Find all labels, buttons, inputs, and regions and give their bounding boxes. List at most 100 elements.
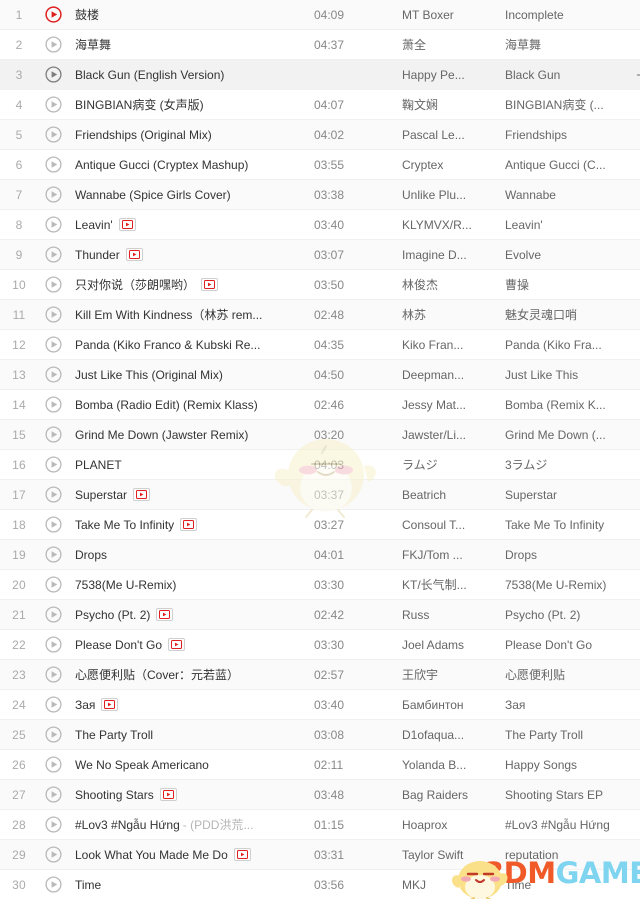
play-button[interactable] xyxy=(38,336,68,353)
play-button[interactable] xyxy=(38,846,68,863)
table-row[interactable]: 24 Зая 03:40 Бамбинтон Зая xyxy=(0,690,640,720)
play-button[interactable] xyxy=(38,726,68,743)
track-title-cell[interactable]: Take Me To Infinity xyxy=(68,518,310,532)
track-artist[interactable]: Unlike Plu... xyxy=(402,188,505,202)
track-artist[interactable]: 林俊杰 xyxy=(402,276,505,293)
add-icon[interactable] xyxy=(636,68,640,82)
play-button[interactable] xyxy=(38,246,68,263)
track-album[interactable]: Happy Songs xyxy=(505,758,640,772)
track-artist[interactable]: Taylor Swift xyxy=(402,848,505,862)
table-row[interactable]: 29 Look What You Made Me Do 03:31 Taylor Sw… xyxy=(0,840,640,870)
track-artist[interactable]: 林苏 xyxy=(402,306,505,323)
table-row[interactable]: 16 PLANET 04:03 ラムジ 3ラムジ xyxy=(0,450,640,480)
track-title-cell[interactable]: Just Like This (Original Mix) xyxy=(68,368,310,382)
track-artist[interactable]: KT/长气制... xyxy=(402,576,505,593)
track-album[interactable]: The Party Troll xyxy=(505,728,640,742)
play-button[interactable] xyxy=(38,756,68,773)
table-row[interactable]: 11 Kill Em With Kindness（林苏 rem... 02:48 林苏… xyxy=(0,300,640,330)
track-title-cell[interactable]: Kill Em With Kindness（林苏 rem... xyxy=(68,306,310,323)
track-album[interactable]: Friendships xyxy=(505,128,640,142)
track-title-cell[interactable]: Grind Me Down (Jawster Remix) xyxy=(68,428,310,442)
play-button[interactable] xyxy=(38,216,68,233)
track-title-cell[interactable]: 7538(Me U-Remix) xyxy=(68,578,310,592)
track-title-cell[interactable]: The Party Troll xyxy=(68,728,310,742)
track-title-cell[interactable]: Black Gun (English Version) xyxy=(68,68,310,82)
play-button[interactable] xyxy=(38,816,68,833)
track-artist[interactable]: MT Boxer xyxy=(402,8,505,22)
table-row[interactable]: 20 7538(Me U-Remix) 03:30 KT/长气制... 7538(Me … xyxy=(0,570,640,600)
track-artist[interactable]: Cryptex xyxy=(402,158,505,172)
play-button[interactable] xyxy=(38,696,68,713)
table-row[interactable]: 19 Drops 04:01 FKJ/Tom ... Drops xyxy=(0,540,640,570)
track-album[interactable]: Leavin' xyxy=(505,218,640,232)
track-album[interactable]: Grind Me Down (... xyxy=(505,428,640,442)
track-album[interactable]: Time xyxy=(505,878,640,892)
track-album[interactable]: Black Gun xyxy=(505,68,640,82)
track-artist[interactable]: Beatrich xyxy=(402,488,505,502)
track-title-cell[interactable]: Time xyxy=(68,878,310,892)
track-title-cell[interactable]: Please Don't Go xyxy=(68,638,310,652)
track-title-cell[interactable]: 海草舞 xyxy=(68,36,310,53)
track-album[interactable]: Panda (Kiko Fra... xyxy=(505,338,640,352)
track-album[interactable]: Incomplete xyxy=(505,8,640,22)
table-row[interactable]: 18 Take Me To Infinity 03:27 Consoul T... Ta… xyxy=(0,510,640,540)
table-row[interactable]: 27 Shooting Stars 03:48 Bag Raiders Shooting… xyxy=(0,780,640,810)
table-row[interactable]: 6 Antique Gucci (Cryptex Mashup) 03:55 Cryp… xyxy=(0,150,640,180)
play-button[interactable] xyxy=(38,666,68,683)
track-artist[interactable]: Hoaprox xyxy=(402,818,505,832)
track-artist[interactable]: Joel Adams xyxy=(402,638,505,652)
play-button[interactable] xyxy=(38,6,68,23)
track-title-cell[interactable]: Superstar xyxy=(68,488,310,502)
track-title-cell[interactable]: We No Speak Americano xyxy=(68,758,310,772)
track-title-cell[interactable]: 只对你说（莎朗嘿哟） xyxy=(68,276,310,293)
play-button[interactable] xyxy=(38,456,68,473)
table-row[interactable]: 1 鼓楼 04:09 MT Boxer Incomplete xyxy=(0,0,640,30)
table-row[interactable]: 14 Bomba (Radio Edit) (Remix Klass) 02:46 J… xyxy=(0,390,640,420)
table-row[interactable]: 30 Time 03:56 MKJ Time xyxy=(0,870,640,899)
table-row[interactable]: 15 Grind Me Down (Jawster Remix) 03:20 Jaws… xyxy=(0,420,640,450)
play-button[interactable] xyxy=(38,96,68,113)
track-artist[interactable]: Kiko Fran... xyxy=(402,338,505,352)
table-row[interactable]: 28 #Lov3 #Ngẫu Hứng - (PDD洪荒... 01:15 Hoapro… xyxy=(0,810,640,840)
track-artist[interactable]: Deepman... xyxy=(402,368,505,382)
mv-badge-icon[interactable] xyxy=(125,248,143,261)
track-album[interactable]: Just Like This xyxy=(505,368,640,382)
track-artist[interactable]: D1ofaqua... xyxy=(402,728,505,742)
track-album[interactable]: Bomba (Remix K... xyxy=(505,398,640,412)
track-album[interactable]: reputation xyxy=(505,848,640,862)
track-album[interactable]: Shooting Stars EP xyxy=(505,788,640,802)
table-row[interactable]: 22 Please Don't Go 03:30 Joel Adams Please D… xyxy=(0,630,640,660)
table-row[interactable]: 2 海草舞 04:37 萧全 海草舞 xyxy=(0,30,640,60)
track-artist[interactable]: MKJ xyxy=(402,878,505,892)
track-artist[interactable]: 鞠文娴 xyxy=(402,96,505,113)
play-button[interactable] xyxy=(38,66,68,83)
track-artist[interactable]: FKJ/Tom ... xyxy=(402,548,505,562)
table-row[interactable]: 13 Just Like This (Original Mix) 04:50 Deep… xyxy=(0,360,640,390)
track-album[interactable]: Drops xyxy=(505,548,640,562)
track-title-cell[interactable]: Leavin' xyxy=(68,218,310,232)
play-button[interactable] xyxy=(38,516,68,533)
play-button[interactable] xyxy=(38,36,68,53)
track-title-cell[interactable]: 鼓楼 xyxy=(68,6,310,23)
mv-badge-icon[interactable] xyxy=(101,698,119,711)
track-album[interactable]: Superstar xyxy=(505,488,640,502)
table-row[interactable]: 7 Wannabe (Spice Girls Cover) 03:38 Unlike … xyxy=(0,180,640,210)
track-artist[interactable]: KLYMVX/R... xyxy=(402,218,505,232)
track-album[interactable]: 7538(Me U-Remix) xyxy=(505,578,640,592)
track-artist[interactable]: Happy Pe... xyxy=(402,68,505,82)
track-title-cell[interactable]: Drops xyxy=(68,548,310,562)
play-button[interactable] xyxy=(38,546,68,563)
track-title-cell[interactable]: Friendships (Original Mix) xyxy=(68,128,310,142)
play-button[interactable] xyxy=(38,786,68,803)
track-artist[interactable]: Russ xyxy=(402,608,505,622)
track-album[interactable]: Psycho (Pt. 2) xyxy=(505,608,640,622)
mv-badge-icon[interactable] xyxy=(133,488,151,501)
play-button[interactable] xyxy=(38,636,68,653)
track-title-cell[interactable]: BINGBIAN病变 (女声版) xyxy=(68,96,310,113)
table-row[interactable]: 9 Thunder 03:07 Imagine D... Evolve xyxy=(0,240,640,270)
track-title-cell[interactable]: 心愿便利贴（Cover：元若蓝） xyxy=(68,666,310,683)
track-album[interactable]: Take Me To Infinity xyxy=(505,518,640,532)
table-row[interactable]: 8 Leavin' 03:40 KLYMVX/R... Leavin' xyxy=(0,210,640,240)
track-album[interactable]: 海草舞 xyxy=(505,36,640,53)
play-button[interactable] xyxy=(38,426,68,443)
